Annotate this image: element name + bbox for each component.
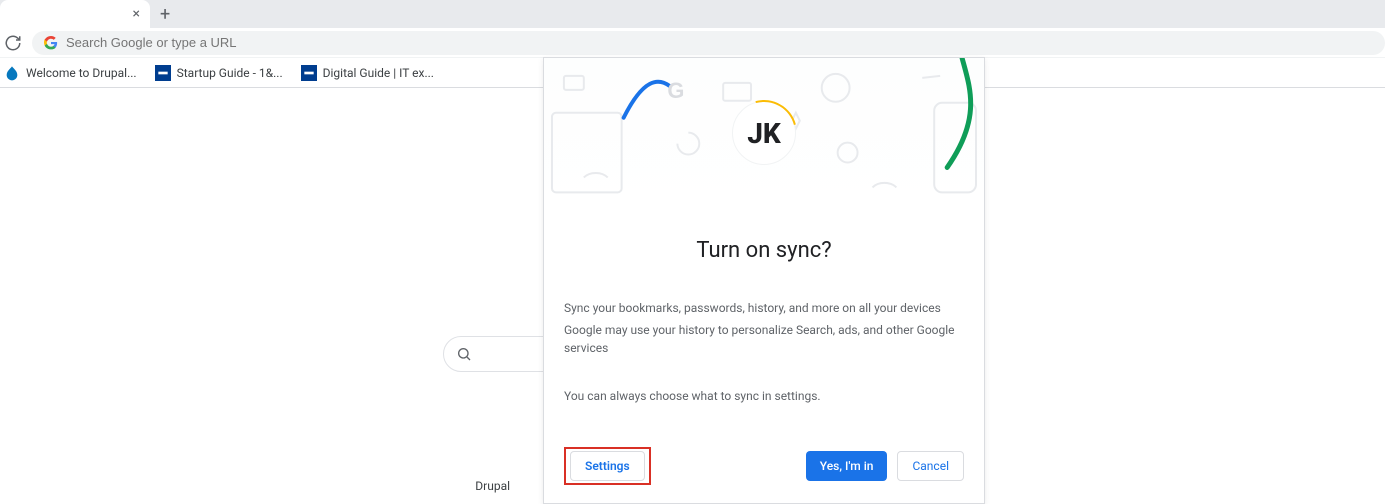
settings-highlight: Settings	[564, 447, 651, 485]
new-tab-button[interactable]: +	[160, 4, 170, 25]
yes-button[interactable]: Yes, I'm in	[806, 451, 888, 481]
dialog-actions: Settings Yes, I'm in Cancel	[544, 409, 984, 503]
svg-text:G: G	[667, 78, 684, 103]
dialog-title: Turn on sync?	[544, 238, 984, 263]
shortcut-drupal[interactable]: Drupal	[475, 479, 510, 493]
bookmark-label: Welcome to Drupal...	[26, 66, 137, 80]
bookmark-startup-guide[interactable]: Startup Guide - 1&...	[155, 65, 283, 81]
close-tab-icon[interactable]: ×	[133, 6, 140, 22]
dialog-text-sync: Sync your bookmarks, passwords, history,…	[564, 299, 964, 317]
browser-toolbar	[0, 28, 1385, 58]
active-tab[interactable]: ×	[0, 0, 150, 28]
tab-strip: × +	[0, 0, 1385, 28]
bookmark-digital-guide[interactable]: Digital Guide | IT ex...	[301, 65, 434, 81]
ionos-icon	[155, 65, 171, 81]
cancel-button[interactable]: Cancel	[897, 451, 964, 481]
google-g-icon	[44, 36, 58, 50]
address-bar[interactable]	[32, 31, 1385, 55]
sync-dialog: G JK Turn on sync? Sync your bookmarks, …	[543, 57, 985, 504]
ionos-icon	[301, 65, 317, 81]
bookmark-label: Digital Guide | IT ex...	[323, 66, 434, 80]
settings-button[interactable]: Settings	[570, 451, 645, 481]
reload-icon[interactable]	[4, 34, 22, 52]
bookmark-label: Startup Guide - 1&...	[177, 66, 283, 80]
dialog-body: Sync your bookmarks, passwords, history,…	[544, 299, 984, 405]
omnibox-input[interactable]	[66, 35, 1373, 50]
bookmark-drupal[interactable]: Welcome to Drupal...	[4, 65, 137, 81]
dialog-text-note: You can always choose what to sync in se…	[564, 387, 964, 405]
search-icon	[456, 346, 472, 362]
dialog-text-privacy: Google may use your history to personali…	[564, 321, 964, 357]
profile-avatar: JK	[732, 101, 796, 165]
drupal-icon	[4, 65, 20, 81]
dialog-hero: G JK	[544, 58, 984, 208]
